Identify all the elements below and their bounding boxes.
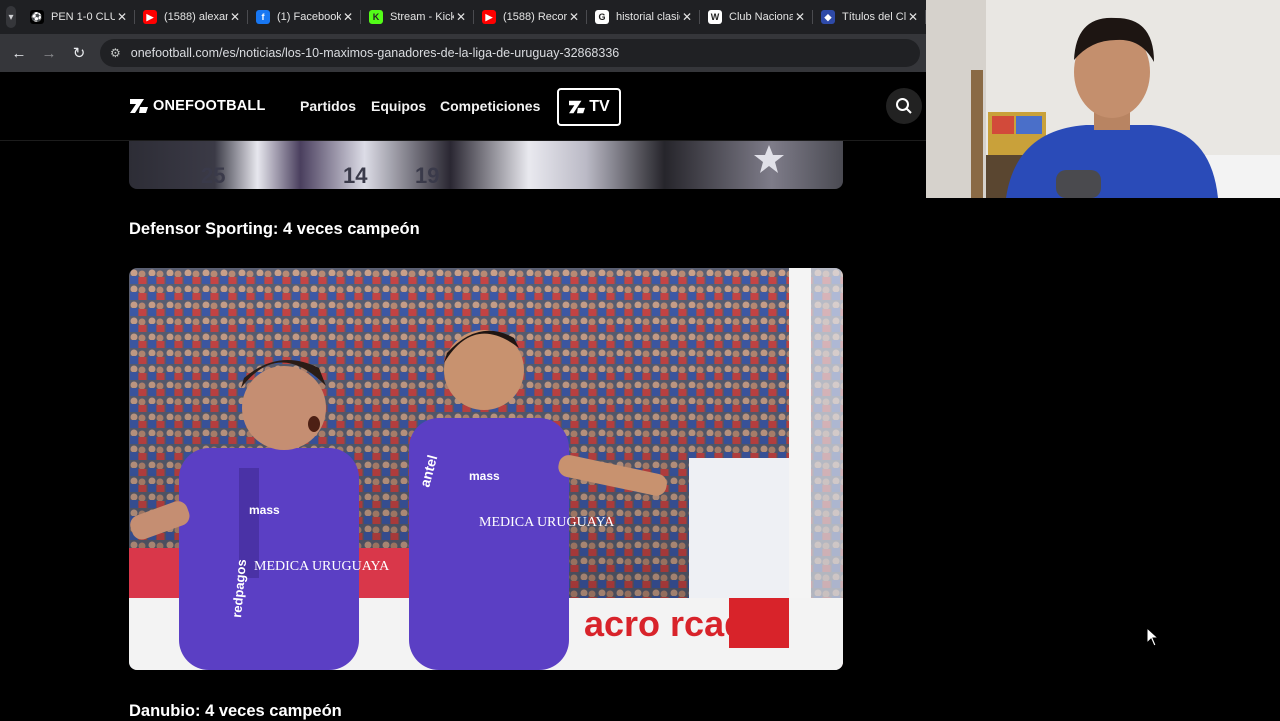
nav-partidos[interactable]: Partidos (300, 98, 356, 114)
tab-search-button[interactable]: ▾ (6, 6, 16, 28)
section-heading: Danubio: 4 veces campeón (129, 702, 342, 720)
uruguay-league-logo (754, 145, 784, 173)
browser-tab[interactable]: ▶ (1588) Recording✕ (474, 0, 587, 34)
jersey-number: 25 (201, 163, 226, 188)
search-button[interactable] (886, 88, 922, 124)
forward-button[interactable]: → (34, 45, 64, 62)
back-button[interactable]: ← (4, 45, 34, 62)
google-icon: G (595, 10, 609, 24)
browser-tab-strip: ▾ ⚽PEN 1-0 CLUB✕▶(1588) alexander✕f(1) F… (0, 0, 926, 34)
onefootball-icon: ⚽ (30, 10, 44, 24)
onefootball-logo[interactable]: ONEFOOTBALL (129, 97, 266, 115)
tab-title: PEN 1-0 CLUB (51, 11, 115, 23)
close-tab-icon[interactable]: ✕ (567, 10, 581, 24)
tab-title: historial clasicos (616, 11, 680, 23)
browser-tab[interactable]: ⚽ PEN 1-0 CLUB✕ (22, 0, 135, 34)
tab-title: Títulos del Club (842, 11, 906, 23)
shirt-text: mass (249, 503, 280, 517)
close-tab-icon[interactable]: ✕ (906, 10, 920, 24)
close-tab-icon[interactable]: ✕ (680, 10, 694, 24)
browser-tab[interactable]: f (1) Facebook ✕ (248, 0, 361, 34)
onefootball-logo-icon (130, 99, 148, 113)
webcam-overlay (926, 0, 1280, 198)
jersey-number: 14 (343, 163, 368, 188)
mouse-cursor-icon (1146, 627, 1160, 647)
tab-title: Stream - Kick (390, 11, 454, 23)
search-icon (896, 98, 912, 114)
section-heading: Defensor Sporting: 4 veces campeón (129, 220, 420, 238)
url-text: onefootball.com/es/noticias/los-10-maxim… (130, 46, 620, 60)
tab-title: (1588) Recording (503, 11, 567, 23)
shirt-text: MEDICA URUGUAYA (254, 559, 390, 574)
tv-button[interactable]: TV (557, 88, 621, 126)
tab-title: (1) Facebook (277, 11, 341, 23)
youtube-icon: ▶ (143, 10, 157, 24)
youtube-icon: ▶ (482, 10, 496, 24)
site-info-icon[interactable]: ⚙ (110, 46, 121, 60)
close-tab-icon[interactable]: ✕ (228, 10, 242, 24)
shirt-text: mass (469, 469, 500, 483)
browser-tab[interactable]: Ghistorial clasicos✕ (587, 0, 700, 34)
close-tab-icon[interactable]: ✕ (115, 10, 129, 24)
address-bar[interactable]: ⚙ onefootball.com/es/noticias/los-10-max… (100, 39, 920, 67)
browser-tab[interactable]: ▶ (1588) alexander✕ (135, 0, 248, 34)
tv-label: TV (589, 98, 610, 115)
browser-tab[interactable]: W Club Nacional ✕ (700, 0, 813, 34)
facebook-icon: f (256, 10, 270, 24)
close-tab-icon[interactable]: ✕ (793, 10, 807, 24)
wikipedia-icon: W (708, 10, 722, 24)
nav-competiciones[interactable]: Competiciones (440, 98, 540, 114)
shield-icon: ◆ (821, 10, 835, 24)
jersey-number: 19 (415, 163, 440, 188)
browser-tab[interactable]: K Stream - Kick ✕ (361, 0, 474, 34)
close-tab-icon[interactable]: ✕ (341, 10, 355, 24)
article-image-previous: 25 14 19 (129, 141, 843, 189)
reload-button[interactable]: ↻ (64, 44, 94, 62)
site-header: ONEFOOTBALL Partidos Equipos Competicion… (0, 72, 926, 141)
celebration-photo: acro rcado mass MEDICA URUGUAYA mass MED… (129, 268, 843, 670)
logo-text: ONEFOOTBALL (153, 98, 266, 114)
browser-toolbar: ← → ↻ ⚙ onefootball.com/es/noticias/los-… (0, 34, 926, 72)
close-tab-icon[interactable]: ✕ (454, 10, 468, 24)
article-image-defensor-sporting: acro rcado mass MEDICA URUGUAYA mass MED… (129, 268, 843, 670)
tab-title: (1588) alexander (164, 11, 228, 23)
browser-tab[interactable]: ◆ Títulos del Club✕ (813, 0, 926, 34)
onefootball-logo-icon (569, 100, 586, 114)
webcam-feed (926, 0, 1280, 198)
tab-title: Club Nacional (729, 11, 793, 23)
shirt-text: MEDICA URUGUAYA (479, 515, 615, 530)
kick-icon: K (369, 10, 383, 24)
nav-equipos[interactable]: Equipos (371, 98, 426, 114)
